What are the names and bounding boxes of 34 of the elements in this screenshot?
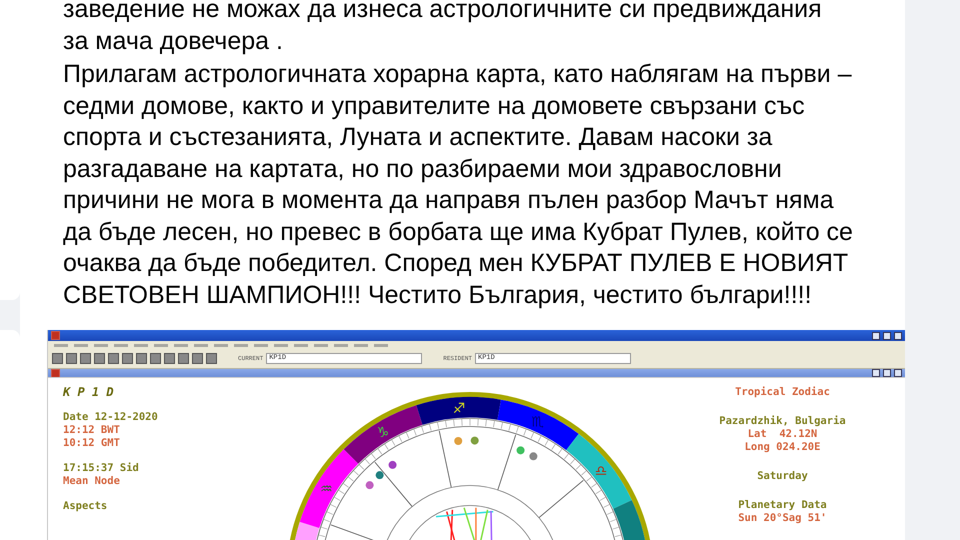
toolbar-icon[interactable] (178, 353, 189, 364)
toolbar-icon[interactable] (136, 353, 147, 364)
chart-info-text: 17:15:37 Sid (63, 462, 140, 475)
chart-info-text: Planetary Data (738, 499, 827, 512)
toolbar-icon[interactable] (52, 353, 63, 364)
chart-info-text: Long 024.20E (744, 441, 820, 454)
zodiac-sign-glyph: ♒ (320, 481, 333, 498)
chart-info-text: Mean Node (63, 475, 121, 488)
app-icon (51, 331, 60, 340)
toolbar-icon[interactable] (192, 353, 203, 364)
chart-info-text: Pazardzhik, Bulgaria (719, 415, 846, 428)
chart-info-text: Tropical Zodiac (735, 386, 830, 399)
toolbar-icon[interactable] (80, 353, 91, 364)
post-text: заведение не можах да изнеса астрологичните си предвиждания за мача довечера . (63, 0, 823, 56)
chart-info-text: Saturday (757, 470, 808, 483)
toolbar-icon[interactable] (150, 353, 161, 364)
toolbar-icon[interactable] (94, 353, 105, 364)
toolbar-icon[interactable] (108, 353, 119, 364)
toolbar-icon[interactable] (66, 353, 77, 364)
chart-info-text: 10:12 GMT (63, 437, 121, 450)
toolbar-icon[interactable] (122, 353, 133, 364)
zodiac-sign-glyph: ♎ (594, 463, 608, 480)
chart-info-text: Lat 42.12N (748, 428, 818, 441)
post-text: Прилагам астрологичната хорарна карта, като наблягам на първи – седми домове, както и управителите на домовете свързани със спорта и състезанията, Луната и аспектите. Давам насоки за разгадаване на картата, но по разбираеми мои здравословни причини не мога в момента да направя пълен разбор Мачът няма да бъде лесен, но превес в борбата ще има Кубрат Пулев, който се очаква да бъде победител. Според мен КУБРАТ ПУЛЕВ Е НОВИЯТ СВЕТОВЕН ШАМПИОН!!! Честито България, честито българи!!!! (63, 59, 854, 310)
zodiac-sign-glyph: ♑ (376, 424, 390, 441)
chart-info-text: Sun 20°Sag 51' (738, 512, 827, 525)
toolbar-icon[interactable] (164, 353, 175, 364)
zodiac-sign-glyph: ♏ (531, 414, 544, 431)
toolbar-icon[interactable] (206, 353, 217, 364)
chart-info-text: Aspects (63, 500, 108, 513)
chart-info-text: K P 1 D (63, 386, 115, 399)
zodiac-sign-glyph: ♐ (452, 400, 466, 417)
chart-info-text: Date 12-12-2020 (63, 411, 159, 424)
chart-info-text: 12:12 BWT (63, 424, 121, 437)
